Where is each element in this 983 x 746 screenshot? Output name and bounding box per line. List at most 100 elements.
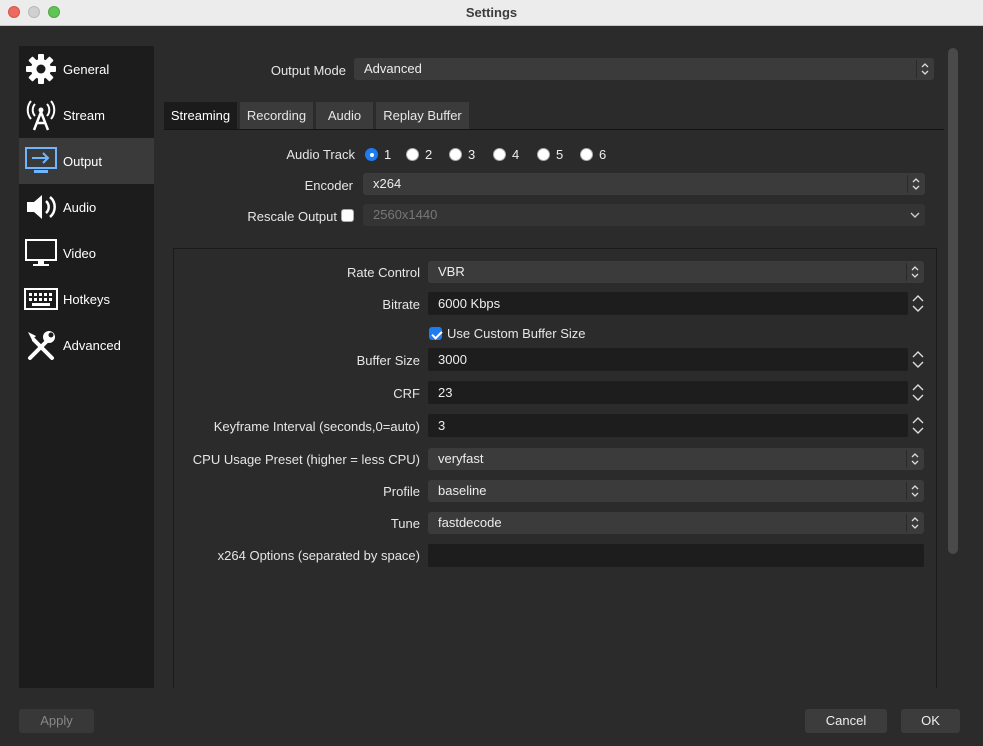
x264-options-input[interactable] [428,544,924,567]
profile-select[interactable]: baseline [428,480,924,502]
audio-track-radio-6[interactable]: 6 [580,147,606,162]
radio-label: 1 [384,147,392,162]
output-mode-value: Advanced [364,61,422,76]
sidebar-item-label: Audio [63,199,97,215]
sidebar-item-audio[interactable]: Audio [19,184,154,230]
antenna-icon [23,97,59,133]
gear-icon [23,51,59,87]
step-up-icon[interactable] [910,414,926,426]
radio-label: 4 [512,147,520,162]
rescale-output-checkbox[interactable] [341,209,354,222]
keyframe-interval-input[interactable]: 3 [428,414,924,437]
bitrate-label: Bitrate [382,297,420,312]
output-tabs: Streaming Recording Audio Replay Buffer [164,102,944,130]
keyboard-icon [23,281,59,317]
cpu-preset-label: CPU Usage Preset (higher = less CPU) [192,452,420,467]
updown-arrows-icon [906,482,922,500]
sidebar-item-label: Stream [63,107,105,123]
ok-button[interactable]: OK [901,709,960,733]
tab-recording[interactable]: Recording [240,102,313,129]
step-up-icon[interactable] [910,348,926,360]
sidebar: General Stream Output Audio Video Hotkey… [19,46,154,688]
output-mode-label: Output Mode [270,63,346,78]
audio-track-radio-1[interactable]: 1 [365,147,391,162]
radio-label: 6 [599,147,607,162]
step-down-icon[interactable] [910,426,926,438]
buffer-size-input[interactable]: 3000 [428,348,924,371]
apply-button[interactable]: Apply [19,709,94,733]
rate-control-select[interactable]: VBR [428,261,924,283]
radio-dot [365,148,378,161]
bitrate-stepper[interactable] [910,292,926,315]
radio-label: 2 [425,147,433,162]
tune-value: fastdecode [438,515,502,530]
sidebar-item-video[interactable]: Video [19,230,154,276]
encoder-select[interactable]: x264 [363,173,925,195]
radio-dot [449,148,462,161]
vertical-scrollbar[interactable] [948,48,958,554]
encoder-settings-group: Rate Control VBR Bitrate 6000 Kbps Use C… [173,248,937,688]
sidebar-item-output[interactable]: Output [19,138,154,184]
cpu-preset-select[interactable]: veryfast [428,448,924,470]
tools-icon [23,327,59,363]
window-title: Settings [465,5,518,20]
rescale-resolution-value: 2560x1440 [373,207,438,222]
updown-arrows-icon [916,60,932,78]
step-down-icon[interactable] [910,393,926,405]
custom-buffer-checkbox[interactable] [429,327,442,340]
crf-label: CRF [393,386,420,401]
crf-input[interactable]: 23 [428,381,924,404]
tab-audio[interactable]: Audio [316,102,373,129]
radio-label: 5 [556,147,564,162]
radio-dot [537,148,550,161]
radio-dot [580,148,593,161]
buffer-size-label: Buffer Size [356,353,420,368]
updown-arrows-icon [906,514,922,532]
audio-track-radio-3[interactable]: 3 [449,147,475,162]
keyframe-interval-stepper[interactable] [910,414,926,437]
profile-label: Profile [383,484,420,499]
step-down-icon[interactable] [910,360,926,372]
sidebar-item-advanced[interactable]: Advanced [19,322,154,368]
step-up-icon[interactable] [910,292,926,304]
step-up-icon[interactable] [910,381,926,393]
encoder-value: x264 [373,176,402,191]
rate-control-value: VBR [438,264,465,279]
tab-replay-buffer[interactable]: Replay Buffer [376,102,469,129]
settings-window: General Stream Output Audio Video Hotkey… [0,26,983,746]
sidebar-item-hotkeys[interactable]: Hotkeys [19,276,154,322]
output-settings-panel: Output Mode Advanced Streaming Recording… [163,46,945,688]
output-mode-select[interactable]: Advanced [354,58,934,80]
sidebar-item-general[interactable]: General [19,46,154,92]
audio-track-radio-5[interactable]: 5 [537,147,563,162]
audio-track-label: Audio Track [286,147,355,162]
rescale-resolution-select[interactable]: 2560x1440 [363,204,925,226]
rescale-output-label: Rescale Output [247,209,337,224]
monitor-icon [23,235,59,271]
sidebar-item-stream[interactable]: Stream [19,92,154,138]
tab-streaming[interactable]: Streaming [164,102,237,129]
updown-arrows-icon [907,175,923,193]
title-bar: Settings [0,0,983,26]
speaker-icon [23,189,59,225]
sidebar-item-label: Hotkeys [63,291,110,307]
tune-label: Tune [390,516,420,531]
buffer-size-stepper[interactable] [910,348,926,371]
tune-select[interactable]: fastdecode [428,512,924,534]
encoder-label: Encoder [304,178,353,193]
chevron-down-icon [907,206,923,224]
radio-dot [493,148,506,161]
cancel-button[interactable]: Cancel [805,709,887,733]
sidebar-item-label: Output [63,153,103,169]
audio-track-radio-4[interactable]: 4 [493,147,519,162]
cpu-preset-value: veryfast [438,451,484,466]
crf-stepper[interactable] [910,381,926,404]
bitrate-value: 6000 Kbps [438,296,501,311]
audio-track-radio-2[interactable]: 2 [406,147,432,162]
keyframe-interval-value: 3 [438,418,446,433]
sidebar-item-label: Video [63,245,97,261]
step-down-icon[interactable] [910,304,926,316]
updown-arrows-icon [906,450,922,468]
bitrate-input[interactable]: 6000 Kbps [428,292,924,315]
custom-buffer-label: Use Custom Buffer Size [447,326,586,341]
